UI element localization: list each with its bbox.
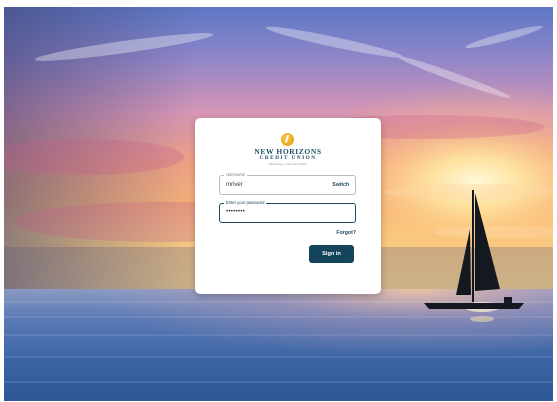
sun-sail-logo-icon <box>281 133 294 146</box>
login-card: NEW HORIZONS CREDIT UNION Delivering on … <box>195 118 381 294</box>
switch-user-link[interactable]: Switch <box>332 182 349 189</box>
sign-in-button[interactable]: Sign in <box>309 245 354 263</box>
login-page: NEW HORIZONS CREDIT UNION Delivering on … <box>4 7 553 401</box>
brand-tagline: Delivering on the New World <box>268 163 308 166</box>
password-value: •••••••• <box>226 209 246 215</box>
brand-name-line2: CREDIT UNION <box>259 155 317 161</box>
username-value: mriver <box>226 182 243 188</box>
username-label: Username <box>224 172 248 178</box>
forgot-password-link[interactable]: Forgot? <box>336 230 356 236</box>
username-field[interactable]: Username mriver Switch <box>219 172 356 195</box>
password-label: Enter your password <box>224 200 267 206</box>
password-field[interactable]: Enter your password •••••••• <box>219 200 356 223</box>
